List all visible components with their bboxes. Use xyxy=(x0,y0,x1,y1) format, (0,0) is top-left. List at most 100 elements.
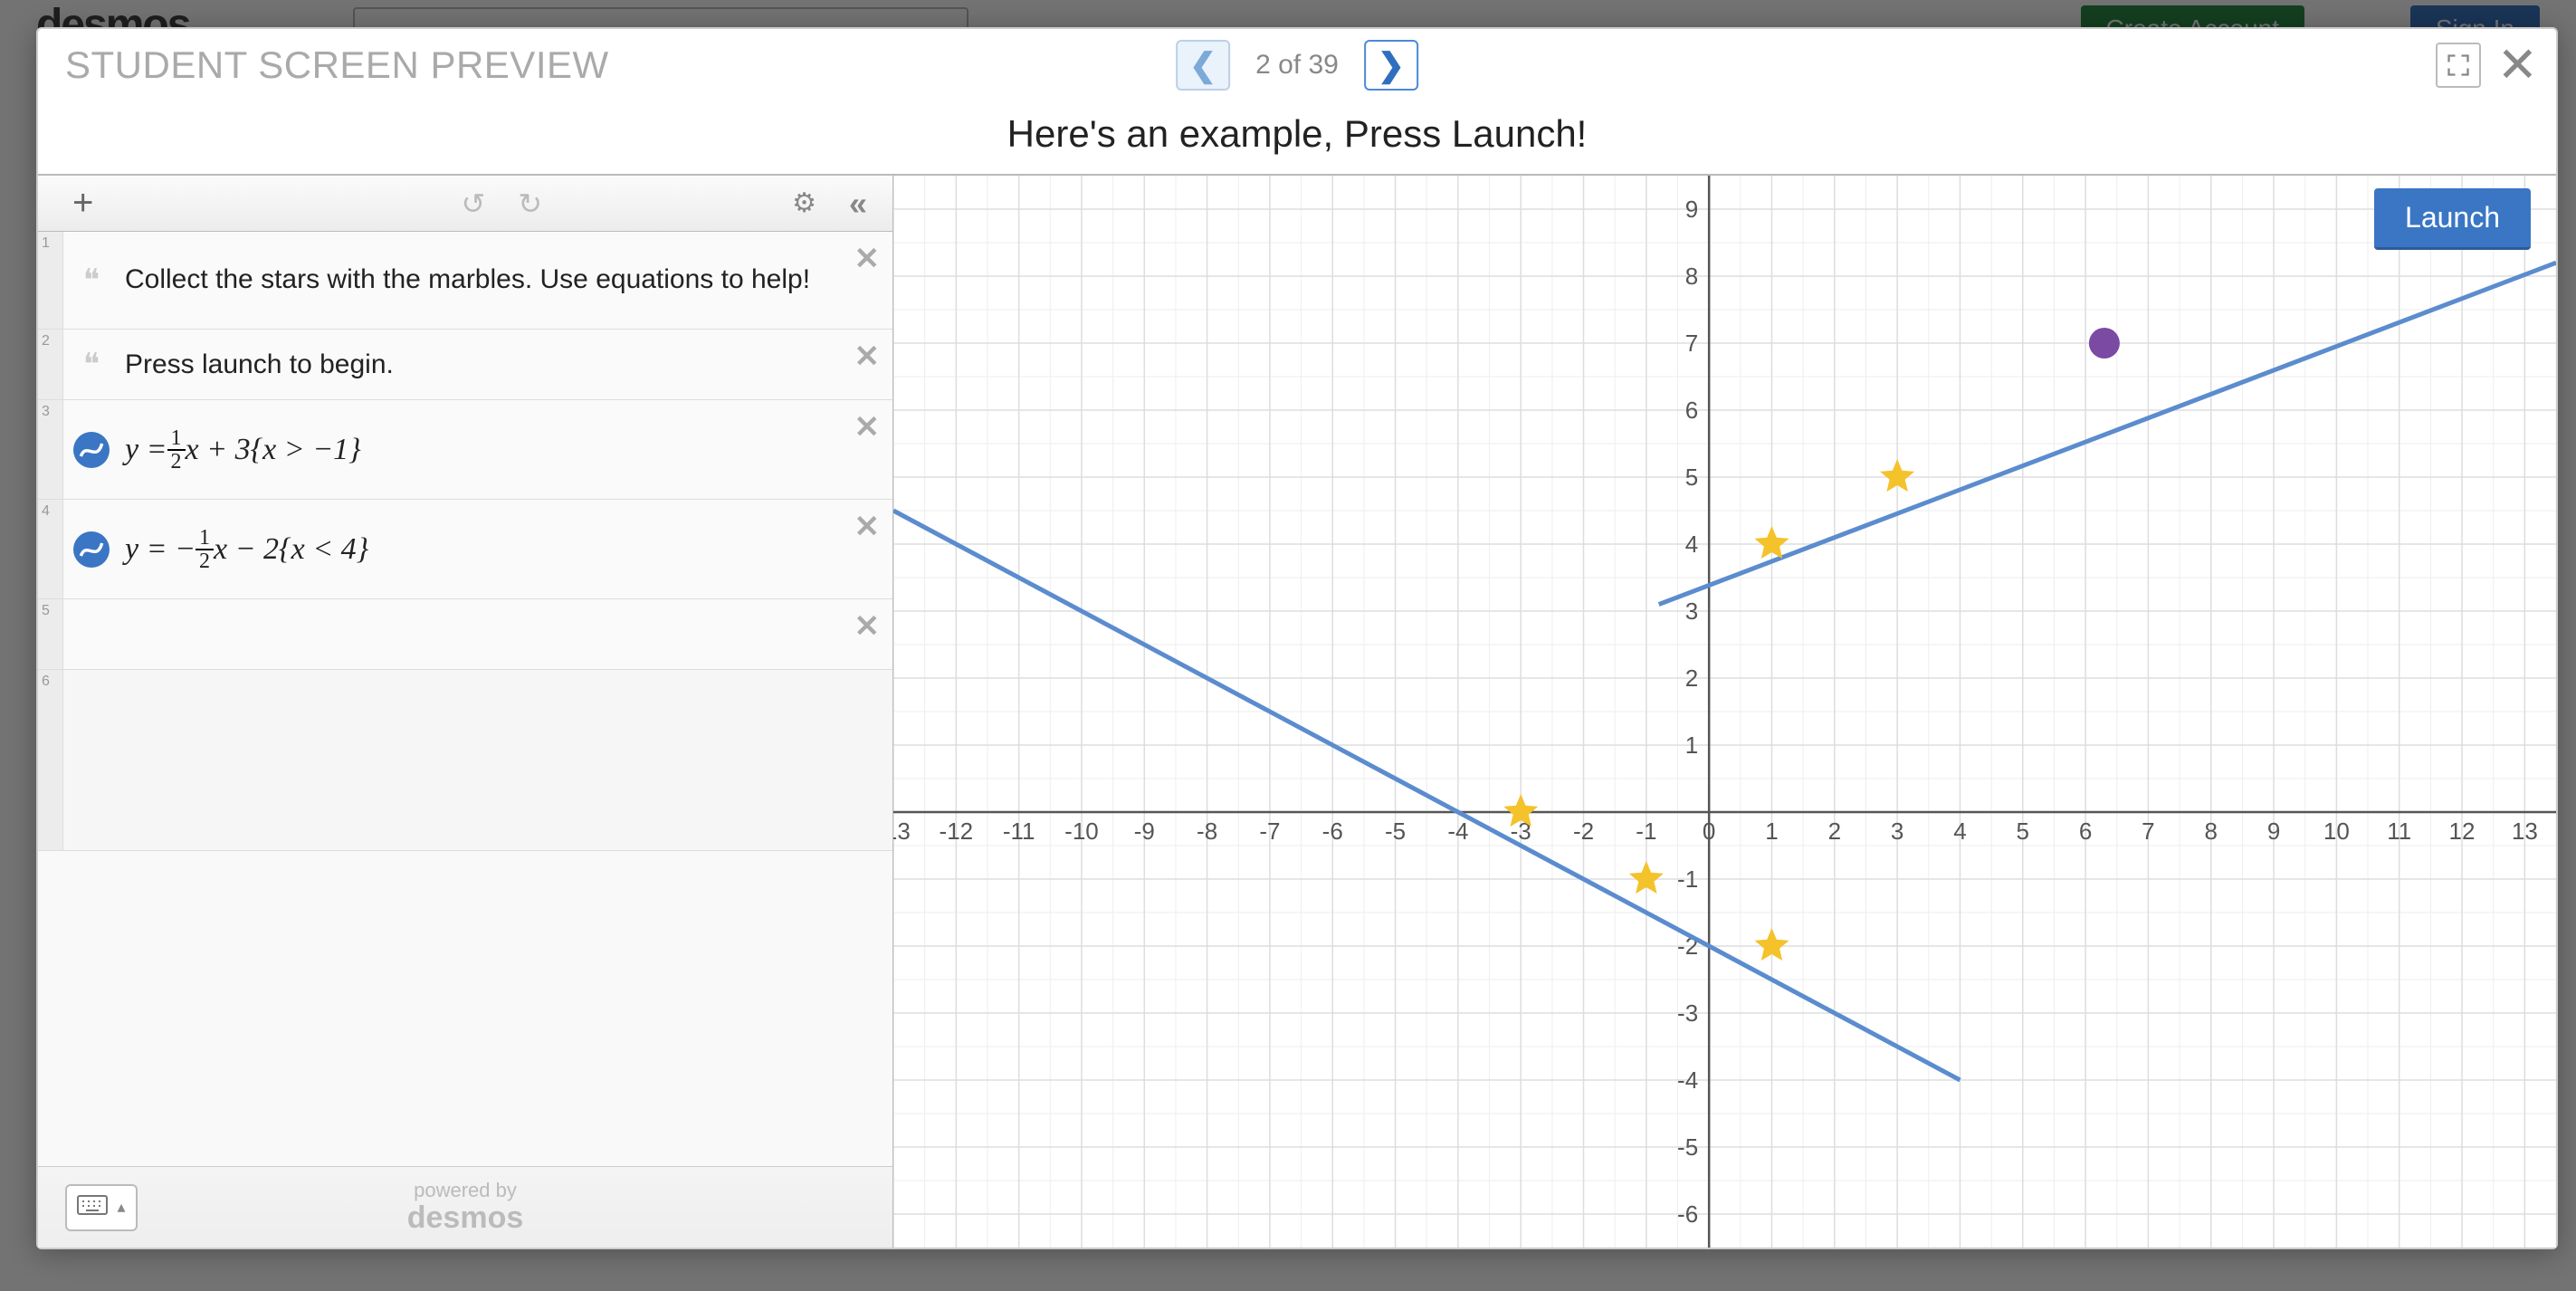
add-expression-button[interactable]: + xyxy=(56,183,110,224)
row-index: 2 xyxy=(38,330,63,399)
svg-text:1: 1 xyxy=(1765,818,1778,845)
svg-text:-6: -6 xyxy=(1677,1200,1698,1228)
row-index: 4 xyxy=(38,500,63,598)
svg-text:6: 6 xyxy=(1685,397,1698,424)
svg-text:-1: -1 xyxy=(1636,818,1656,845)
undo-button[interactable]: ↺ xyxy=(453,186,492,221)
x-icon: ✕ xyxy=(854,609,881,644)
svg-text:3: 3 xyxy=(1891,818,1903,845)
expression-row[interactable]: 3 y = 12 x + 3{x > −1} ✕ xyxy=(38,400,892,500)
delete-row-button[interactable]: ✕ xyxy=(854,339,881,375)
svg-text:8: 8 xyxy=(2205,818,2218,845)
expand-icon xyxy=(2446,53,2471,78)
settings-button[interactable]: ⚙ xyxy=(785,187,824,219)
fullscreen-button[interactable] xyxy=(2436,43,2481,88)
gear-icon: ⚙ xyxy=(792,188,816,218)
pager: ❮ 2 of 39 ❯ xyxy=(1176,40,1418,91)
close-icon: ✕ xyxy=(2497,38,2538,92)
svg-text:0: 0 xyxy=(1703,818,1715,845)
svg-text:-13: -13 xyxy=(893,818,911,845)
expression-row[interactable]: 4 y = − 12 x − 2{x < 4} ✕ xyxy=(38,500,892,599)
note-icon: ❝ xyxy=(83,347,100,383)
modal-header: STUDENT SCREEN PREVIEW ❮ 2 of 39 ❯ ✕ xyxy=(38,29,2556,101)
delete-row-button[interactable]: ✕ xyxy=(854,608,881,645)
svg-text:-9: -9 xyxy=(1134,818,1155,845)
preview-label: STUDENT SCREEN PREVIEW xyxy=(65,43,609,87)
keyboard-button[interactable]: ▴ xyxy=(65,1184,138,1231)
svg-text:7: 7 xyxy=(2142,818,2154,845)
expression-row[interactable]: 5 ✕ xyxy=(38,599,892,670)
expression-list: 1 ❝ Collect the stars with the marbles. … xyxy=(38,232,892,1166)
delete-row-button[interactable]: ✕ xyxy=(854,241,881,277)
svg-text:-3: -3 xyxy=(1677,999,1698,1027)
svg-text:3: 3 xyxy=(1685,598,1698,625)
svg-text:7: 7 xyxy=(1685,330,1698,357)
caret-up-icon: ▴ xyxy=(117,1198,125,1217)
powered-by: powered by desmos xyxy=(407,1180,524,1236)
expression-row[interactable]: 2 ❝ Press launch to begin. ✕ xyxy=(38,330,892,400)
svg-text:-5: -5 xyxy=(1385,818,1406,845)
chevron-right-icon: ❯ xyxy=(1378,46,1405,84)
svg-text:9: 9 xyxy=(2267,818,2280,845)
delete-row-button[interactable]: ✕ xyxy=(854,509,881,545)
next-page-button[interactable]: ❯ xyxy=(1364,40,1418,91)
panel-footer: ▴ powered by desmos xyxy=(38,1166,892,1248)
expression-text[interactable] xyxy=(119,599,892,669)
svg-text:13: 13 xyxy=(2512,818,2538,845)
svg-text:4: 4 xyxy=(1685,531,1698,558)
student-preview-modal: STUDENT SCREEN PREVIEW ❮ 2 of 39 ❯ ✕ Her… xyxy=(36,27,2558,1249)
expression-text[interactable]: y = − 12 x − 2{x < 4} xyxy=(119,500,892,598)
svg-text:1: 1 xyxy=(1685,732,1698,759)
svg-text:-6: -6 xyxy=(1322,818,1343,845)
graph-canvas[interactable]: -13-12-11-10-9-8-7-6-5-4-3-2-10123456789… xyxy=(893,176,2556,1248)
svg-text:-7: -7 xyxy=(1259,818,1280,845)
expression-graph-icon[interactable] xyxy=(73,531,110,568)
svg-text:-12: -12 xyxy=(940,818,974,845)
svg-text:-4: -4 xyxy=(1447,818,1468,845)
note-text[interactable]: Press launch to begin. xyxy=(119,330,892,399)
note-icon: ❝ xyxy=(83,263,100,299)
svg-text:-4: -4 xyxy=(1677,1066,1698,1094)
delete-row-button[interactable]: ✕ xyxy=(854,409,881,445)
svg-text:12: 12 xyxy=(2449,818,2476,845)
chevron-left-icon: ❮ xyxy=(1189,46,1216,84)
svg-text:-1: -1 xyxy=(1677,865,1698,893)
svg-text:-11: -11 xyxy=(1003,818,1035,845)
x-icon: ✕ xyxy=(854,510,881,544)
x-icon: ✕ xyxy=(854,410,881,445)
redo-button[interactable]: ↻ xyxy=(510,186,549,221)
svg-text:2: 2 xyxy=(1828,818,1841,845)
expression-toolbar: + ↺ ↻ ⚙ « xyxy=(38,176,892,232)
svg-text:11: 11 xyxy=(2387,818,2411,845)
expression-graph-icon[interactable] xyxy=(73,432,110,468)
expression-row[interactable]: 6 xyxy=(38,670,892,851)
expression-text[interactable]: y = 12 x + 3{x > −1} xyxy=(119,400,892,499)
svg-text:9: 9 xyxy=(1685,196,1698,223)
row-index: 3 xyxy=(38,400,63,499)
x-icon: ✕ xyxy=(854,339,881,374)
svg-text:-10: -10 xyxy=(1064,818,1099,845)
expression-panel: + ↺ ↻ ⚙ « 1 ❝ Collect the stars with the… xyxy=(38,176,893,1248)
keyboard-icon xyxy=(77,1195,108,1219)
svg-text:4: 4 xyxy=(1953,818,1966,845)
svg-text:8: 8 xyxy=(1685,263,1698,290)
svg-text:-2: -2 xyxy=(1573,818,1594,845)
row-index: 5 xyxy=(38,599,63,669)
graph-panel[interactable]: Launch -13-12-11-10-9-8-7-6-5-4-3-2-1012… xyxy=(893,176,2556,1248)
svg-text:5: 5 xyxy=(1685,464,1698,491)
svg-text:6: 6 xyxy=(2079,818,2092,845)
activity-title: Here's an example, Press Launch! xyxy=(38,101,2556,174)
row-index: 6 xyxy=(38,670,63,850)
svg-text:-8: -8 xyxy=(1197,818,1217,845)
modal-body: + ↺ ↻ ⚙ « 1 ❝ Collect the stars with the… xyxy=(38,174,2556,1248)
close-button[interactable]: ✕ xyxy=(2497,41,2538,90)
svg-text:10: 10 xyxy=(2323,818,2350,845)
svg-text:5: 5 xyxy=(2017,818,2029,845)
expression-row[interactable]: 1 ❝ Collect the stars with the marbles. … xyxy=(38,232,892,330)
collapse-panel-button[interactable]: « xyxy=(842,185,874,223)
launch-button[interactable]: Launch xyxy=(2374,188,2531,250)
prev-page-button[interactable]: ❮ xyxy=(1176,40,1230,91)
note-text[interactable]: Collect the stars with the marbles. Use … xyxy=(119,232,892,329)
svg-text:2: 2 xyxy=(1685,665,1698,692)
page-counter: 2 of 39 xyxy=(1255,50,1339,81)
